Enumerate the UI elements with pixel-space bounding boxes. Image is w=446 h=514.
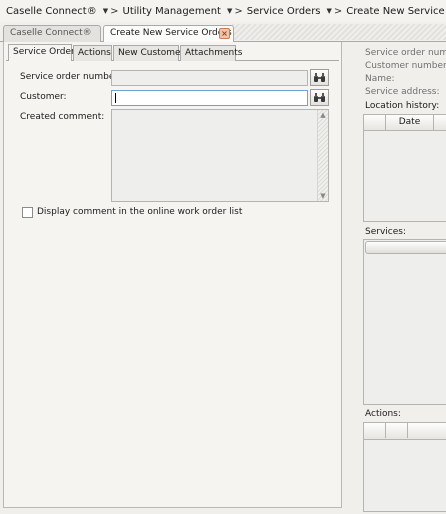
breadcrumb-separator: > [110, 5, 119, 17]
summary-name-label: Name: [365, 74, 395, 84]
display-comment-label: Display comment in the online work order… [37, 207, 243, 217]
created-comment-textarea[interactable]: ▲ ▼ [111, 109, 329, 202]
breadcrumb: Caselle Connect® ▼ > Utility Management … [0, 0, 446, 22]
display-comment-checkbox[interactable] [22, 207, 33, 218]
breadcrumb-item-service-orders[interactable]: Service Orders [247, 6, 321, 17]
tab-attachments[interactable]: Attachments [180, 45, 242, 61]
inner-tab-strip: Service Order Actions New Customer Attac… [6, 44, 339, 61]
summary-panel: Service order number Customer number: Na… [363, 42, 446, 514]
customer-lookup-button[interactable] [310, 89, 329, 106]
created-comment-label: Created comment: [20, 112, 105, 122]
tab-actions[interactable]: Actions [73, 45, 112, 61]
breadcrumb-separator: > [333, 5, 343, 17]
binoculars-icon [314, 93, 325, 102]
services-header [365, 241, 446, 254]
tab-caselle-connect[interactable]: Caselle Connect® [3, 25, 101, 42]
tab-create-new-service-orders[interactable]: Create New Service Orders × [103, 25, 234, 43]
location-history-header: Date [364, 115, 446, 131]
chevron-down-icon[interactable]: ▼ [103, 7, 108, 15]
chevron-down-icon[interactable]: ▼ [227, 7, 232, 15]
services-label: Services: [365, 227, 406, 237]
outer-tab-strip: Caselle Connect® Create New Service Orde… [0, 22, 446, 43]
customer-label: Customer: [20, 92, 67, 102]
summary-service-address-label: Service address: [365, 87, 440, 97]
comment-scrollbar[interactable]: ▲ ▼ [317, 110, 328, 201]
breadcrumb-item-caselle[interactable]: Caselle Connect® [6, 6, 97, 17]
service-order-number-field[interactable] [111, 70, 308, 86]
scroll-up-icon[interactable]: ▲ [318, 111, 328, 119]
breadcrumb-separator: > [234, 5, 243, 17]
grid-column[interactable] [386, 423, 408, 438]
summary-service-order-label: Service order number [365, 48, 446, 58]
tab-label: Create New Service Orders [110, 28, 232, 38]
binoculars-icon [314, 73, 325, 82]
services-grid[interactable] [363, 239, 446, 405]
actions-header [364, 423, 446, 440]
text-cursor [115, 93, 116, 103]
service-order-panel: Service Order Actions New Customer Attac… [3, 42, 342, 508]
grid-column[interactable] [364, 423, 386, 438]
tab-service-order[interactable]: Service Order [8, 44, 75, 61]
chevron-down-icon[interactable]: ▼ [327, 7, 332, 15]
summary-customer-number-label: Customer number: [365, 61, 446, 71]
location-history-grid[interactable]: Date [363, 114, 446, 222]
scroll-down-icon[interactable]: ▼ [318, 192, 328, 200]
actions-label: Actions: [365, 409, 401, 419]
grid-column-selector[interactable] [364, 115, 386, 130]
actions-grid[interactable] [363, 422, 446, 512]
customer-input[interactable] [111, 90, 308, 106]
tab-strip-background [232, 24, 446, 40]
close-icon[interactable]: × [219, 28, 230, 39]
breadcrumb-item-create[interactable]: Create New Service Orders [346, 6, 446, 17]
tab-new-customer[interactable]: New Customer [113, 45, 184, 61]
breadcrumb-item-utility[interactable]: Utility Management [123, 6, 221, 17]
service-order-number-label: Service order number: [20, 72, 121, 82]
service-order-lookup-button[interactable] [310, 69, 329, 86]
grid-column-date[interactable]: Date [386, 115, 434, 130]
location-history-label: Location history: [365, 101, 440, 111]
